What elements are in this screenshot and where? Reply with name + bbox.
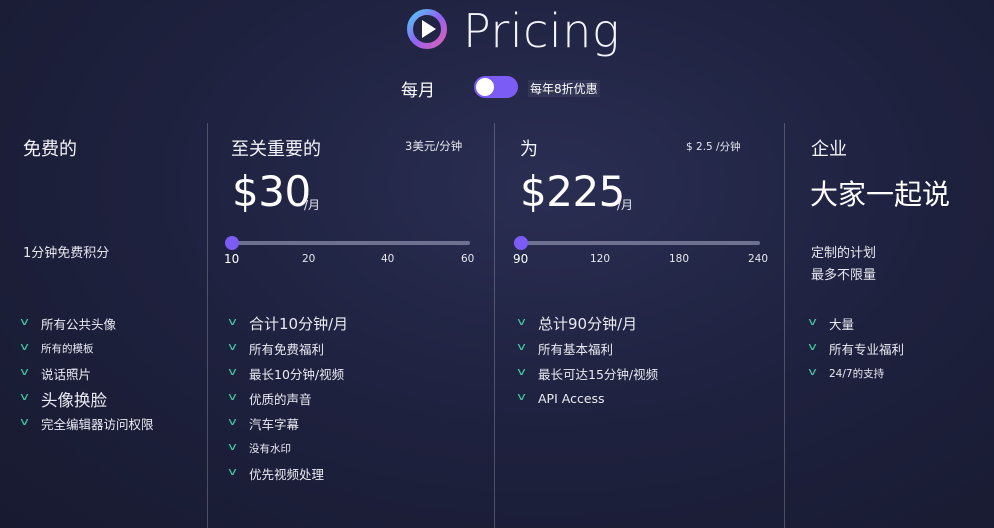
- pro-per-month: /月: [617, 198, 634, 212]
- column-divider: [207, 123, 208, 528]
- feature-item: v 所有免费福利: [228, 340, 325, 357]
- feature-item: v 所有基本福利: [517, 340, 614, 357]
- feature-item: v 完全编辑器访问权限: [20, 415, 154, 432]
- check-icon: v: [228, 415, 237, 428]
- essential-slider-thumb[interactable]: [225, 236, 239, 250]
- slider-tick: 120: [590, 253, 611, 265]
- check-icon: v: [20, 365, 29, 378]
- toggle-knob[interactable]: [476, 78, 494, 96]
- pro-rate: $ 2.5 /分钟: [686, 141, 741, 153]
- monthly-label: 每月: [401, 81, 435, 101]
- plan-name-free: 免费的: [23, 139, 77, 160]
- slider-tick: 40: [381, 253, 395, 265]
- page-title: Pricing: [463, 4, 620, 58]
- check-icon: v: [808, 365, 817, 378]
- essential-price: $30: [232, 167, 311, 216]
- pro-price: $225: [520, 167, 625, 216]
- feature-item: v 没有水印: [228, 440, 291, 455]
- feature-item: v 所有的模板: [20, 340, 94, 355]
- plan-name-essential: 至关重要的: [231, 139, 321, 160]
- feature-item: v 合计10分钟/月: [228, 315, 349, 333]
- check-icon: v: [517, 365, 526, 378]
- pro-slider-thumb[interactable]: [514, 236, 528, 250]
- check-icon: v: [228, 315, 237, 328]
- check-icon: v: [20, 340, 29, 353]
- slider-tick: 90: [513, 252, 529, 266]
- feature-item: v 汽车字幕: [228, 415, 300, 432]
- billing-toggle[interactable]: [474, 76, 518, 98]
- feature-item: v 头像换脸: [20, 390, 107, 410]
- check-icon: v: [228, 440, 237, 453]
- slider-tick: 20: [302, 253, 316, 265]
- check-icon: v: [228, 365, 237, 378]
- enterprise-headline: 大家一起说: [810, 178, 951, 211]
- feature-item: v API Access: [517, 390, 605, 406]
- essential-minutes-slider-track[interactable]: [230, 241, 470, 245]
- feature-item: v 总计90分钟/月: [517, 315, 638, 333]
- enterprise-subtitle: 定制的计划: [811, 246, 877, 261]
- essential-feature-list: v 合计10分钟/月 v 所有免费福利 v 最长10分钟/视频 v 优质的声音 v 汽车字…: [228, 311, 349, 486]
- plan-name-pro: 为: [520, 139, 538, 160]
- check-icon: v: [228, 465, 237, 478]
- feature-item: v 最长可达15分钟/视频: [517, 365, 659, 382]
- essential-rate: 3美元/分钟: [405, 139, 463, 153]
- essential-per-month: /月: [304, 198, 321, 212]
- check-icon: v: [517, 315, 526, 328]
- check-icon: v: [808, 315, 817, 328]
- free-feature-list: v 所有公共头像 v 所有的模板 v 说话照片 v 头像换脸 v 完全编辑器访问权限: [20, 311, 154, 436]
- check-icon: v: [808, 340, 817, 353]
- check-icon: v: [20, 415, 29, 428]
- free-credit-text: 1分钟免费积分: [23, 246, 110, 261]
- check-icon: v: [20, 390, 29, 403]
- yearly-discount-label: 每年8折优惠: [528, 80, 600, 97]
- slider-tick: 10: [224, 252, 240, 266]
- feature-item: v 最长10分钟/视频: [228, 365, 345, 382]
- logo-icon: [407, 9, 447, 49]
- pro-minutes-slider-track[interactable]: [519, 241, 760, 245]
- feature-item: v 说话照片: [20, 365, 92, 382]
- enterprise-subtitle: 最多不限量: [811, 268, 877, 283]
- feature-item: v 24/7的支持: [808, 365, 885, 380]
- column-divider: [494, 123, 495, 528]
- plan-name-enterprise: 企业: [811, 139, 847, 160]
- column-divider: [784, 123, 785, 528]
- feature-item: v 优先视频处理: [228, 465, 325, 482]
- slider-tick: 180: [669, 253, 690, 265]
- slider-tick: 60: [461, 253, 475, 265]
- pro-feature-list: v 总计90分钟/月 v 所有基本福利 v 最长可达15分钟/视频 v API Acce…: [517, 311, 659, 411]
- check-icon: v: [517, 340, 526, 353]
- feature-item: v 所有专业福利: [808, 340, 905, 357]
- check-icon: v: [517, 390, 526, 403]
- check-icon: v: [20, 315, 29, 328]
- check-icon: v: [228, 390, 237, 403]
- check-icon: v: [228, 340, 237, 353]
- feature-item: v 优质的声音: [228, 390, 312, 407]
- feature-item: v 大量: [808, 315, 855, 332]
- feature-item: v 所有公共头像: [20, 315, 117, 332]
- slider-tick: 240: [748, 253, 769, 265]
- enterprise-feature-list: v 大量 v 所有专业福利 v 24/7的支持: [808, 311, 905, 386]
